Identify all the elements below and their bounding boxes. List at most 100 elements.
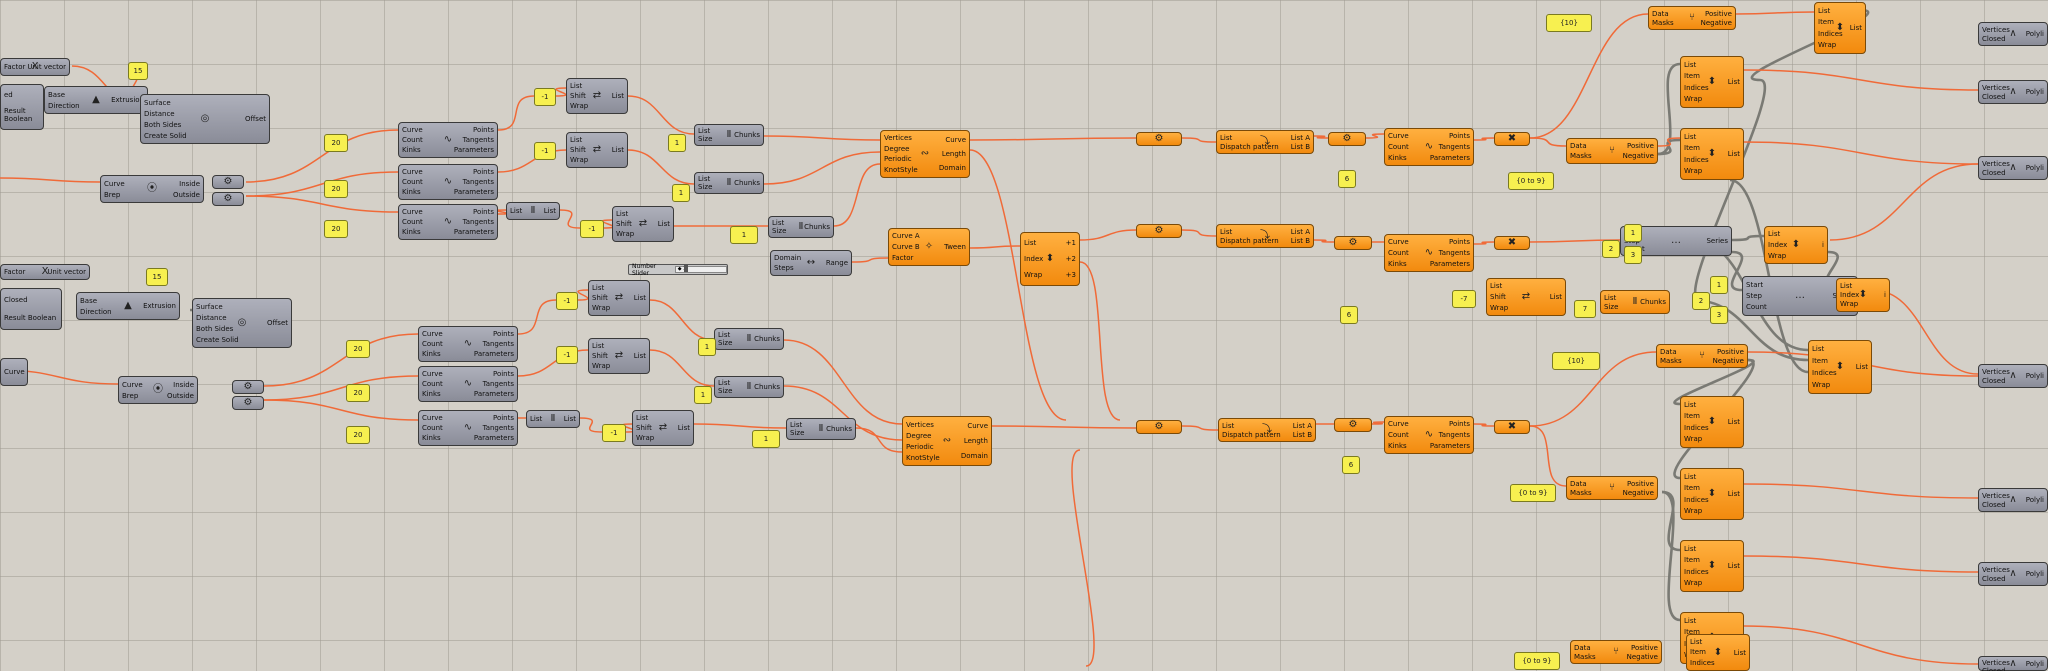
polyline-comp[interactable]: Vertices Closed Polyli ∧ — [1978, 656, 2048, 671]
input-param[interactable]: Data — [1570, 142, 1592, 150]
output-param[interactable]: List — [1550, 293, 1562, 301]
input-param[interactable]: Count — [422, 380, 443, 388]
output-param[interactable]: Tangents — [454, 178, 494, 186]
input-param[interactable]: List — [570, 82, 588, 90]
input-param[interactable]: Closed — [1982, 377, 2010, 385]
value-panel[interactable]: 15 — [146, 268, 168, 286]
extrude-comp[interactable]: Base Direction Extrusion ▲ — [44, 86, 148, 114]
input-param[interactable]: Curve — [402, 168, 423, 176]
value-panel[interactable]: 3 — [1710, 306, 1728, 324]
input-param[interactable]: List — [616, 210, 634, 218]
list-item-comp[interactable]: ListItemIndicesWrapList⬍ — [1680, 468, 1744, 520]
extrude-comp[interactable]: Base Direction Extrusion ▲ — [76, 292, 180, 320]
output-param[interactable]: Offset — [245, 115, 266, 123]
input-param[interactable]: Indices — [1684, 568, 1709, 576]
partition-list-comp[interactable]: List Size Chunks Ⅱ — [694, 172, 764, 194]
value-panel[interactable]: 1 — [1710, 276, 1728, 294]
input-param[interactable]: Indices — [1684, 156, 1709, 164]
value-panel[interactable]: {10} — [1552, 352, 1600, 370]
input-param[interactable]: Data — [1570, 480, 1592, 488]
input-param[interactable]: Vertices — [1982, 566, 2010, 574]
grasshopper-canvas[interactable]: Unit vector Factor X Base Direction Extrusion… — [0, 0, 2048, 671]
output-param[interactable]: +3 — [1066, 271, 1076, 279]
output-param[interactable]: List — [678, 424, 690, 432]
output-param[interactable]: Outside — [167, 392, 194, 400]
dispatch-tree-comp[interactable]: Data Masks Positive Negative ⑂ — [1570, 640, 1662, 664]
input-param[interactable]: List — [636, 414, 654, 422]
output-param[interactable]: Tangents — [454, 218, 494, 226]
output-param[interactable]: List — [1728, 490, 1740, 498]
input-param[interactable]: Data — [1652, 10, 1674, 18]
shift-list-comp[interactable]: List Shift Wrap List ⇄ — [566, 78, 628, 114]
input-param[interactable]: Kinks — [402, 146, 423, 154]
input-param[interactable]: List — [592, 342, 610, 350]
output-param[interactable]: Outside — [173, 191, 200, 199]
value-panel[interactable]: 1 — [752, 430, 780, 448]
output-param[interactable]: Polyli — [2026, 164, 2044, 172]
input-param[interactable]: Closed — [1982, 501, 2010, 509]
input-param[interactable]: Closed — [1982, 35, 2010, 43]
input-param[interactable]: Count — [1388, 249, 1409, 257]
input-param[interactable]: Domain — [774, 254, 801, 262]
output-param[interactable]: List — [1728, 78, 1740, 86]
input-param[interactable]: Create Solid — [144, 132, 187, 140]
value-panel[interactable]: 7 — [1574, 300, 1596, 318]
input-param[interactable]: Closed — [1982, 93, 2010, 101]
input-param[interactable]: Shift — [592, 352, 610, 360]
output-param[interactable]: Domain — [939, 164, 966, 172]
dispatch-comp[interactable]: List Dispatch pattern List A List B ⤵ — [1216, 130, 1314, 154]
offset-surface-comp[interactable]: Surface Distance Both Sides Create Solid Off… — [192, 298, 292, 348]
dispatch-tree-comp[interactable]: Data Masks Positive Negative ⑂ — [1566, 138, 1658, 164]
input-param[interactable]: Count — [402, 218, 423, 226]
input-param[interactable]: Kinks — [1388, 442, 1409, 450]
point-in-brep-comp[interactable]: Curve Brep Inside Outside ⦿ — [100, 175, 204, 203]
output-param[interactable]: Tangents — [474, 380, 514, 388]
value-panel[interactable]: 1 — [694, 386, 712, 404]
output-param[interactable]: Points — [1430, 420, 1470, 428]
output-param[interactable]: Curve — [961, 422, 988, 430]
output-param[interactable]: Points — [474, 330, 514, 338]
input-param[interactable]: Size — [718, 387, 732, 395]
output-param[interactable]: Parameters — [1430, 154, 1470, 162]
input-param[interactable]: Both Sides — [144, 121, 187, 129]
input-param[interactable]: Closed — [1982, 575, 2010, 583]
shift-list-comp[interactable]: List Shift Wrap List ⇄ — [612, 206, 674, 242]
output-param[interactable]: Points — [454, 208, 494, 216]
relay-comp[interactable]: ⚙ — [1334, 236, 1372, 250]
input-param[interactable]: Wrap — [1812, 381, 1837, 389]
divide-curve-comp[interactable]: Curve Count Kinks Points Tangents Parameters ∿ — [398, 164, 498, 200]
output-param[interactable]: Points — [454, 126, 494, 134]
value-panel[interactable]: {0 to 9} — [1508, 172, 1554, 190]
input-param[interactable]: List — [1490, 282, 1508, 290]
input-param[interactable]: Closed — [4, 296, 56, 304]
input-param[interactable]: List — [1840, 282, 1859, 290]
input-param[interactable]: List — [772, 219, 786, 227]
input-param[interactable]: Wrap — [1768, 252, 1787, 260]
input-param[interactable]: Curve — [422, 370, 443, 378]
list-item-comp[interactable]: List Item Indices List ⬍ — [1686, 634, 1750, 671]
partition-list-comp[interactable]: List Size Chunks Ⅱ — [786, 418, 856, 440]
value-panel[interactable]: {0 to 9} — [1514, 652, 1560, 670]
output-param[interactable]: List A — [1293, 422, 1312, 430]
value-panel[interactable]: 20 — [324, 220, 348, 238]
output-param[interactable]: Tween — [944, 243, 966, 251]
relay-comp[interactable]: ⚙ — [212, 192, 244, 206]
output-param[interactable]: Positive — [1701, 10, 1732, 18]
relay-comp[interactable]: ⚙ — [212, 175, 244, 189]
input-param[interactable]: Size — [698, 183, 712, 191]
value-panel[interactable]: 1 — [672, 184, 690, 202]
output-param[interactable]: Tangents — [1430, 249, 1470, 257]
input-param[interactable]: Vertices — [1982, 659, 2010, 667]
output-param[interactable]: List — [1850, 24, 1862, 32]
input-param[interactable]: Item — [1690, 648, 1715, 656]
list-item-comp[interactable]: ListItemIndicesWrapList⬍ — [1814, 2, 1866, 54]
output-param[interactable]: List — [1734, 649, 1746, 657]
input-param[interactable]: Distance — [196, 314, 239, 322]
output-param[interactable]: Positive — [1623, 142, 1654, 150]
input-param[interactable]: Count — [402, 178, 423, 186]
input-param[interactable]: Distance — [144, 110, 187, 118]
input-param[interactable]: Index — [1024, 255, 1043, 263]
value-panel[interactable]: -1 — [556, 292, 578, 310]
value-panel[interactable]: 2 — [1602, 240, 1620, 258]
input-param[interactable]: Base — [80, 297, 112, 305]
